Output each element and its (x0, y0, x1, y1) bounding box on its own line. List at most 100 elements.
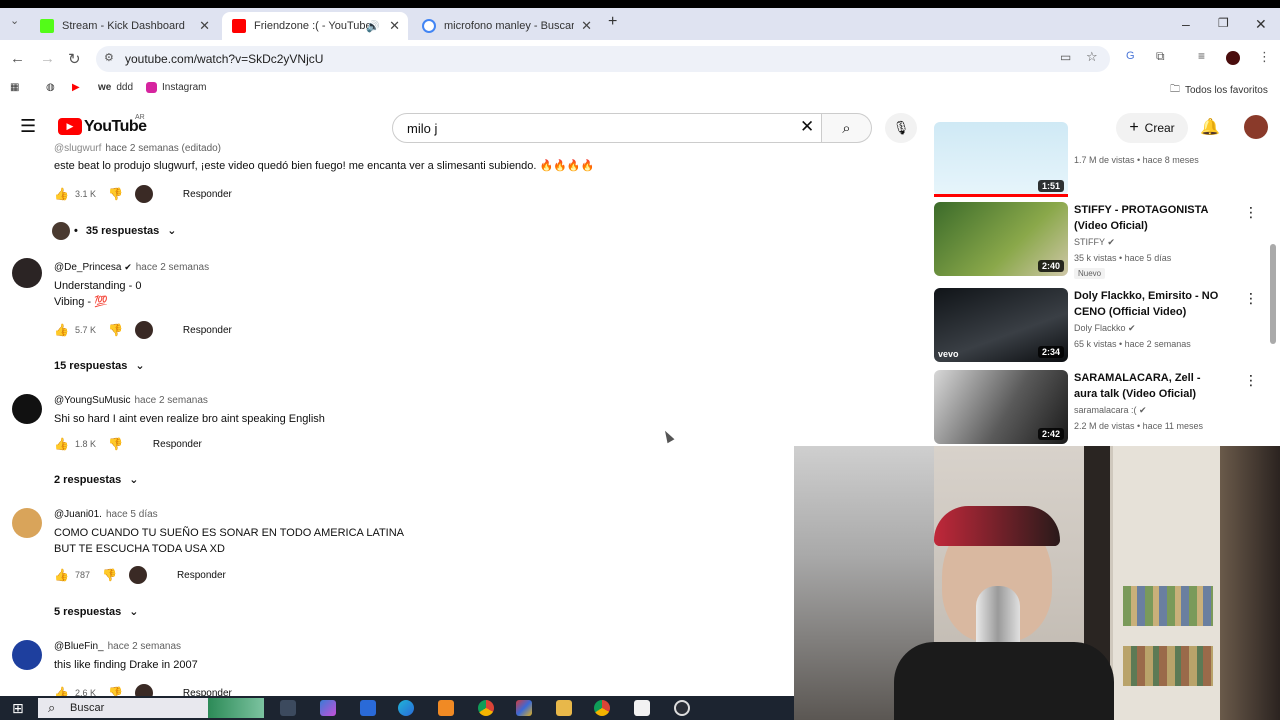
comment-time[interactable]: hace 2 semanas (135, 395, 208, 406)
site-info-icon[interactable]: ⚙ (104, 51, 114, 64)
comment-time[interactable]: hace 2 semanas (136, 262, 209, 273)
account-avatar[interactable] (1244, 115, 1268, 139)
close-tab-icon[interactable]: ✕ (389, 18, 400, 34)
comment-author[interactable]: @BlueFin_ (54, 641, 104, 652)
obs-icon[interactable] (674, 700, 690, 716)
view-replies-button[interactable]: 2 respuestas ⌄ (54, 473, 138, 487)
edge-icon[interactable] (398, 700, 414, 716)
media-controls-icon[interactable]: ≡ (1198, 49, 1205, 63)
new-tab-icon[interactable]: + (608, 13, 617, 31)
comment-author[interactable]: @Juani01. (54, 509, 102, 520)
browser-menu-icon[interactable]: ⋮ (1258, 49, 1271, 65)
sidebar-video[interactable]: 1:51 1.7 M de vistas • hace 8 meses (934, 122, 1264, 196)
sidebar-video[interactable]: 2:42 SARAMALACARA, Zell - aura talk (Vid… (934, 370, 1264, 446)
sidebar-video[interactable]: vevo 2:34 Doly Flackko, Emirsito - NO CE… (934, 288, 1264, 366)
dislike-icon[interactable]: 👎 (108, 686, 123, 696)
windows-start-icon[interactable]: ⊞ (12, 700, 24, 717)
video-thumbnail[interactable]: 1:51 (934, 122, 1068, 196)
restore-icon[interactable]: ❐ (1218, 16, 1229, 30)
tab-kick[interactable]: Stream - Kick Dashboard ✕ (30, 12, 218, 40)
fl-studio-icon[interactable] (438, 700, 454, 716)
comment-author[interactable]: @YoungSuMusic (54, 395, 131, 406)
like-icon[interactable]: 👍 (54, 568, 69, 582)
chrome-profile-icon[interactable] (594, 700, 610, 716)
comment-time[interactable]: hace 2 semanas (108, 641, 181, 652)
tab-youtube[interactable]: Friendzone :( - YouTube 🔊 ✕ (222, 12, 408, 40)
create-button[interactable]: + Crear (1116, 113, 1188, 143)
youtube-logo-icon[interactable]: ▶ (58, 118, 82, 135)
video-menu-icon[interactable]: ⋮ (1244, 290, 1258, 307)
speaker-icon[interactable]: 🔊 (366, 20, 380, 33)
close-tab-icon[interactable]: ✕ (581, 18, 592, 34)
like-icon[interactable]: 👍 (54, 686, 69, 696)
tab-google[interactable]: microfono manley - Buscar con ✕ (412, 12, 600, 40)
like-icon[interactable]: 👍 (54, 187, 69, 201)
comment-time[interactable]: hace 5 días (106, 509, 158, 520)
hamburger-menu-icon[interactable]: ☰ (20, 116, 36, 137)
dislike-icon[interactable]: 👎 (108, 323, 123, 337)
reply-button[interactable]: Responder (177, 570, 226, 581)
video-channel[interactable]: STIFFY ✔ (1074, 237, 1115, 248)
comment-avatar[interactable] (12, 508, 42, 538)
install-app-icon[interactable]: ▭ (1060, 50, 1071, 64)
dislike-icon[interactable]: 👎 (108, 187, 123, 201)
reply-button[interactable]: Responder (183, 688, 232, 697)
file-explorer-icon[interactable] (556, 700, 572, 716)
reply-button[interactable]: Responder (183, 189, 232, 200)
comment-avatar[interactable] (12, 394, 42, 424)
task-view-icon[interactable] (280, 700, 296, 716)
taskbar-search[interactable]: ⌕ Buscar (38, 698, 264, 718)
video-menu-icon[interactable]: ⋮ (1244, 204, 1258, 221)
dislike-icon[interactable]: 👎 (102, 568, 117, 582)
tab-search-chevron-icon[interactable]: ⌄ (10, 14, 19, 27)
comment-avatar[interactable] (12, 640, 42, 670)
view-replies-button[interactable]: • 35 respuestas ⌄ (74, 224, 176, 238)
close-window-icon[interactable]: ✕ (1255, 16, 1267, 33)
like-icon[interactable]: 👍 (54, 323, 69, 337)
youtube-bookmark-icon[interactable]: ▶ (72, 82, 80, 93)
video-thumbnail[interactable]: vevo 2:34 (934, 288, 1068, 362)
sidebar-video[interactable]: 2:40 STIFFY - PROTAGONISTA (Video Oficia… (934, 202, 1264, 280)
comment-author[interactable]: @slugwurf (54, 143, 101, 154)
view-replies-button[interactable]: 5 respuestas ⌄ (54, 605, 138, 619)
store-icon[interactable] (360, 700, 376, 716)
bookmark-ddd[interactable]: we ddd (98, 82, 133, 93)
comment-author[interactable]: @De_Princesa (54, 262, 121, 273)
reply-button[interactable]: Responder (153, 439, 202, 450)
video-channel[interactable]: saramalacara :( ✔ (1074, 405, 1147, 416)
globe-icon[interactable]: ◍ (46, 82, 55, 93)
minimize-icon[interactable]: – (1182, 16, 1190, 32)
all-bookmarks[interactable]: 🗀 Todos los favoritos (1170, 82, 1268, 99)
search-button[interactable]: ⌕ (822, 113, 872, 143)
winrar-icon[interactable] (516, 700, 532, 716)
close-tab-icon[interactable]: ✕ (199, 18, 210, 34)
chrome-icon[interactable] (478, 700, 494, 716)
video-menu-icon[interactable]: ⋮ (1244, 372, 1258, 389)
video-thumbnail[interactable]: 2:42 (934, 370, 1068, 444)
notifications-bell-icon[interactable]: 🔔 (1200, 117, 1220, 137)
profile-avatar[interactable] (1226, 51, 1240, 65)
voice-search-button[interactable]: 🎙 (885, 113, 917, 143)
active-app-icon[interactable] (634, 700, 650, 716)
forward-icon[interactable]: → (40, 50, 55, 67)
clear-search-icon[interactable]: ✕ (800, 117, 814, 137)
copilot-icon[interactable] (320, 700, 336, 716)
url-text[interactable]: youtube.com/watch?v=SkDc2yVNjcU (125, 52, 323, 66)
comment-time[interactable]: hace 2 semanas (editado) (105, 143, 221, 154)
bookmark-instagram[interactable]: Instagram (146, 82, 206, 93)
extensions-icon[interactable]: ⧉ (1156, 49, 1165, 64)
video-title[interactable]: Doly Flackko, Emirsito - NO CENO (Offici… (1074, 288, 1224, 320)
apps-grid-icon[interactable]: ▦ (10, 82, 19, 93)
video-title[interactable]: STIFFY - PROTAGONISTA (Video Oficial) (1074, 202, 1224, 234)
video-channel[interactable]: Doly Flackko ✔ (1074, 323, 1136, 334)
view-replies-button[interactable]: 15 respuestas ⌄ (54, 359, 145, 373)
like-icon[interactable]: 👍 (54, 437, 69, 451)
dislike-icon[interactable]: 👎 (108, 437, 123, 451)
video-title[interactable]: SARAMALACARA, Zell - aura talk (Video Of… (1074, 370, 1224, 402)
translate-icon[interactable]: G (1126, 50, 1135, 62)
page-scrollbar[interactable] (1270, 244, 1276, 344)
reload-icon[interactable]: ↻ (68, 50, 81, 68)
comment-avatar[interactable] (12, 258, 42, 288)
back-icon[interactable]: ← (10, 50, 25, 67)
reply-button[interactable]: Responder (183, 325, 232, 336)
